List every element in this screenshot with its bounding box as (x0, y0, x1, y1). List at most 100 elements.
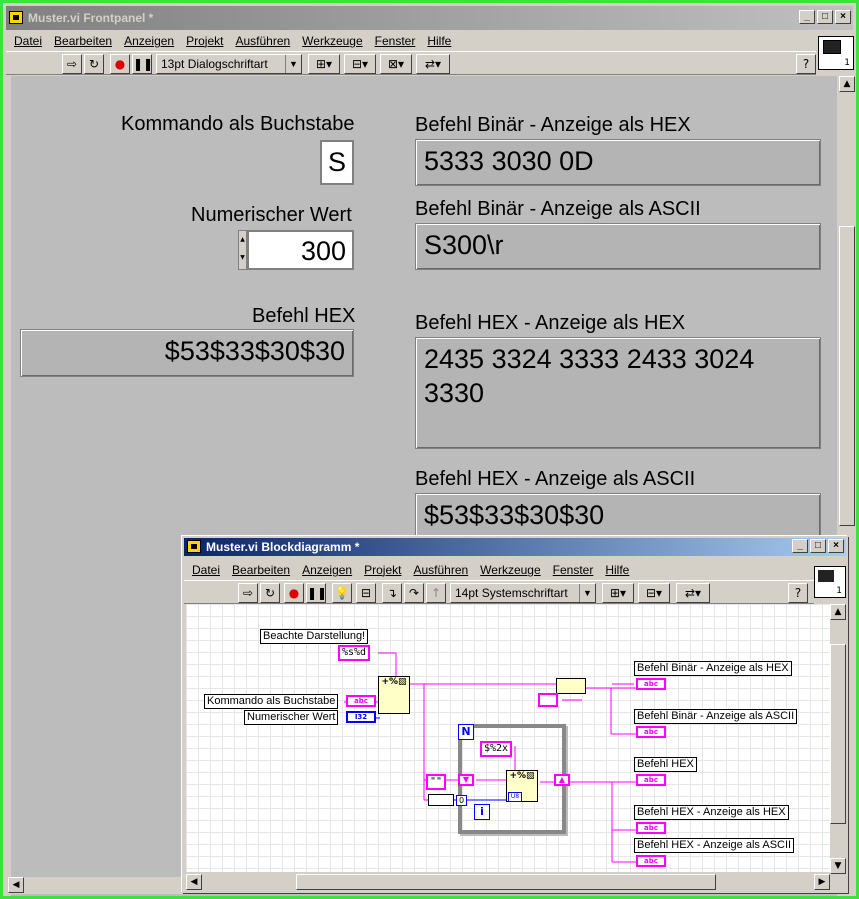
out-bin-ascii-terminal[interactable]: abc (636, 726, 666, 738)
scroll-up-arrow-icon[interactable]: ▲ (830, 604, 846, 620)
menu-item-hilfe[interactable]: Hilfe (599, 563, 635, 577)
numerisch-terminal[interactable]: I32 (346, 711, 376, 723)
decrement-arrow-icon[interactable]: ▼ (239, 249, 246, 267)
format-into-string-node[interactable]: +%▧ (378, 676, 410, 714)
close-button[interactable]: × (835, 10, 851, 24)
font-selector-label: 13pt Dialogschriftart (161, 57, 268, 71)
pause-icon[interactable]: ❚❚ (306, 583, 327, 603)
scroll-thumb[interactable] (830, 644, 846, 824)
menu-item-projekt[interactable]: Projekt (358, 563, 407, 577)
run-arrow-icon[interactable]: ⇨ (238, 583, 258, 603)
hex-hex-indicator: 2435 3324 3333 2433 3024 3330 (415, 337, 821, 449)
bin-ascii-label: Befehl Binär - Anzeige als ASCII (415, 198, 701, 220)
step-over-icon[interactable]: ↷ (404, 583, 424, 603)
highlight-execution-icon[interactable]: 💡 (332, 583, 352, 603)
reorder-icon[interactable]: ⇄▾ (676, 583, 710, 603)
befehl-hex-label: Befehl HEX (252, 305, 356, 327)
abort-icon[interactable]: ● (110, 54, 130, 74)
block-vertical-scrollbar[interactable]: ▲ ▼ (830, 604, 846, 874)
menu-item-werkzeuge[interactable]: Werkzeuge (474, 563, 546, 577)
distribute-objects-icon[interactable]: ⊟▾ (344, 54, 376, 74)
help-icon[interactable]: ? (788, 583, 808, 603)
bin-hex-indicator: 5333 3030 0D (415, 139, 821, 186)
shift-register-left-icon[interactable]: ▼ (458, 774, 474, 786)
reorder-icon[interactable]: ⇄▾ (416, 54, 450, 74)
increment-arrow-icon[interactable]: ▲ (239, 231, 246, 249)
front-panel-titlebar[interactable]: Muster.vi Frontpanel * _ □ × (6, 6, 853, 30)
run-continuously-icon[interactable]: ↻ (260, 583, 280, 603)
out-bin-hex-terminal[interactable]: abc (636, 678, 666, 690)
menu-item-projekt[interactable]: Projekt (180, 34, 229, 48)
menu-item-fenster[interactable]: Fenster (547, 563, 600, 577)
menu-item-ausfhren[interactable]: Ausführen (229, 34, 296, 48)
vi-connector-icon[interactable]: 1 (814, 566, 846, 598)
menu-item-anzeigen[interactable]: Anzeigen (118, 34, 180, 48)
block-diagram-canvas[interactable]: Beachte Darstellung! %s%d Kommando als B… (186, 604, 830, 872)
menu-item-bearbeiten[interactable]: Bearbeiten (226, 563, 296, 577)
pause-icon[interactable]: ❚❚ (132, 54, 153, 74)
maximize-button[interactable]: □ (817, 10, 833, 24)
menu-item-hilfe[interactable]: Hilfe (421, 34, 457, 48)
menu-item-werkzeuge[interactable]: Werkzeuge (296, 34, 368, 48)
numerisch-input[interactable]: 300 (247, 230, 354, 270)
front-vertical-scrollbar[interactable]: ▲ (839, 76, 856, 546)
scroll-right-arrow-icon[interactable]: ▶ (814, 874, 830, 890)
retain-wire-values-icon[interactable]: ⊟ (356, 583, 376, 603)
help-icon[interactable]: ? (796, 54, 816, 74)
hex-hex-label: Befehl HEX - Anzeige als HEX (415, 312, 686, 334)
scroll-down-arrow-icon[interactable]: ▼ (830, 858, 846, 874)
run-arrow-icon[interactable]: ⇨ (62, 54, 82, 74)
front-toolbar: ⇨ ↻ ● ❚❚ 13pt Dialogschriftart ▼ ⊞▾ ⊟▾ ⊠… (6, 51, 816, 75)
close-button[interactable]: × (828, 539, 844, 553)
enter-key-constant-icon[interactable] (538, 693, 558, 707)
kommando-input[interactable]: S (320, 140, 354, 185)
scroll-thumb[interactable] (839, 226, 855, 526)
run-continuously-icon[interactable]: ↻ (84, 54, 104, 74)
menu-item-bearbeiten[interactable]: Bearbeiten (48, 34, 118, 48)
hex-format-constant[interactable]: $%2x (480, 741, 513, 757)
distribute-objects-icon[interactable]: ⊟▾ (638, 583, 670, 603)
scroll-left-arrow-icon[interactable]: ◀ (186, 874, 202, 890)
menu-item-fenster[interactable]: Fenster (369, 34, 422, 48)
chevron-down-icon: ▼ (285, 55, 301, 73)
loop-iteration-terminal: i (474, 804, 490, 820)
vi-connector-icon[interactable]: 1 (818, 36, 854, 70)
empty-string-constant[interactable]: "" (426, 774, 447, 790)
index-zero-tunnel: 0 (456, 795, 468, 806)
block-horizontal-scrollbar[interactable]: ◀ ▶ (186, 874, 830, 890)
kommando-terminal[interactable]: abc (346, 695, 376, 707)
shift-register-right-icon[interactable]: ▲ (554, 774, 570, 786)
string-to-byte-array-node[interactable] (556, 678, 586, 694)
align-objects-icon[interactable]: ⊞▾ (308, 54, 340, 74)
block-diagram-title: Muster.vi Blockdiagramm * (206, 540, 360, 554)
numerisch-label: Numerischer Wert (191, 204, 352, 226)
step-out-icon[interactable]: ↑ (426, 583, 446, 603)
string-to-array-node[interactable] (428, 794, 454, 806)
font-selector[interactable]: 14pt Systemschriftart ▼ (450, 583, 596, 603)
resize-objects-icon[interactable]: ⊠▾ (380, 54, 412, 74)
align-objects-icon[interactable]: ⊞▾ (602, 583, 634, 603)
font-selector-label: 14pt Systemschriftart (455, 586, 568, 600)
menu-item-anzeigen[interactable]: Anzeigen (296, 563, 358, 577)
out-hex-ascii-terminal[interactable]: abc (636, 855, 666, 867)
font-selector[interactable]: 13pt Dialogschriftart ▼ (156, 54, 302, 74)
format-string-constant[interactable]: %s%d (338, 645, 371, 661)
menu-item-datei[interactable]: Datei (8, 34, 48, 48)
loop-count-terminal[interactable]: N (458, 724, 474, 740)
scroll-thumb[interactable] (296, 874, 716, 890)
scroll-left-arrow-icon[interactable]: ◀ (8, 877, 24, 893)
minimize-button[interactable]: _ (799, 10, 815, 24)
abort-icon[interactable]: ● (284, 583, 304, 603)
bin-ascii-indicator: S300\r (415, 223, 821, 270)
maximize-button[interactable]: □ (810, 539, 826, 553)
front-horizontal-scrollbar[interactable]: ◀ (8, 877, 188, 894)
minimize-button[interactable]: _ (792, 539, 808, 553)
menu-item-ausfhren[interactable]: Ausführen (407, 563, 474, 577)
out-hex-terminal[interactable]: abc (636, 774, 666, 786)
scroll-up-arrow-icon[interactable]: ▲ (839, 76, 855, 92)
block-diagram-titlebar[interactable]: Muster.vi Blockdiagramm * _ □ × (184, 538, 846, 556)
out-hex-hex-terminal[interactable]: abc (636, 822, 666, 834)
step-into-icon[interactable]: ↴ (382, 583, 402, 603)
menu-item-datei[interactable]: Datei (186, 563, 226, 577)
numeric-increment-stepper[interactable]: ▲ ▼ (238, 230, 247, 270)
